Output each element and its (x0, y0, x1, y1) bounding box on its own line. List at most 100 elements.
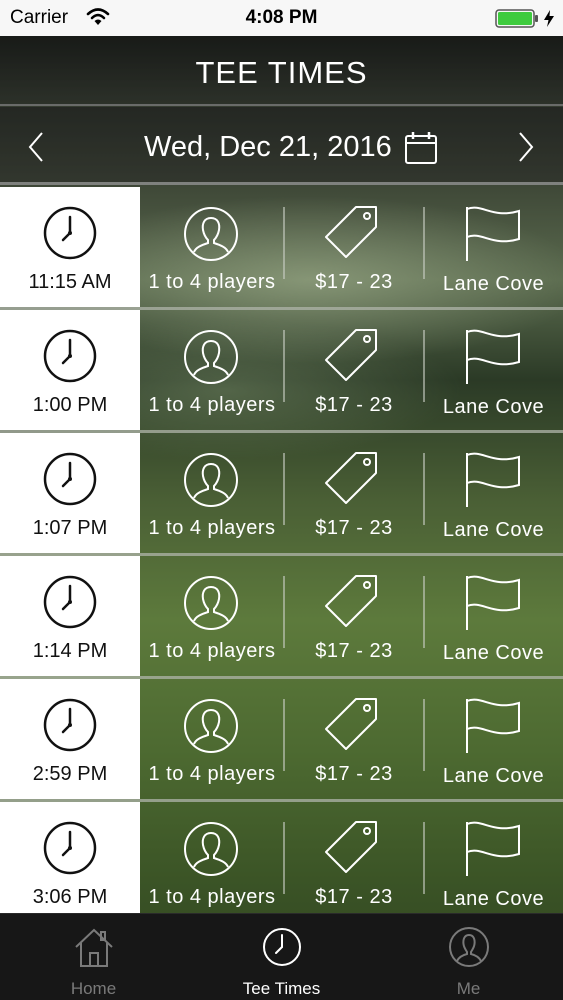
tab-me[interactable]: Me (375, 914, 562, 1000)
tee-time: 11:15 AM (28, 271, 112, 293)
course-cell: Lane Cove (424, 310, 563, 430)
clock-icon (43, 698, 97, 752)
charging-bolt-icon (544, 10, 554, 27)
course-label: Lane Cove (442, 642, 545, 664)
tab-tee-times[interactable]: Tee Times (188, 914, 375, 1000)
price-cell: $17 - 23 (284, 802, 424, 922)
clock-icon (43, 821, 97, 875)
course-label: Lane Cove (442, 765, 545, 787)
course-label: Lane Cove (442, 396, 545, 418)
flag-icon (466, 821, 520, 876)
tee-time-row[interactable]: 3:06 PM 1 to 4 players $17 - 23 Lane Cov… (0, 802, 563, 925)
page-title: TEE TIMES (195, 55, 368, 90)
course-cell: Lane Cove (424, 802, 563, 922)
clock-icon (43, 329, 97, 383)
tee-time-row[interactable]: 1:00 PM 1 to 4 players $17 - 23 Lane Cov… (0, 310, 563, 433)
tab-home[interactable]: Home (0, 914, 187, 1000)
price-tag-icon (325, 452, 377, 504)
tab-me-label: Me (456, 979, 481, 998)
course-label: Lane Cove (442, 888, 545, 910)
tee-time: 1:00 PM (32, 394, 108, 416)
price-cell: $17 - 23 (284, 310, 424, 430)
nav-bar: TEE TIMES (0, 36, 563, 106)
battery-icon (495, 9, 538, 28)
status-time: 4:08 PM (245, 7, 318, 28)
flag-icon (466, 452, 520, 507)
tee-time: 2:59 PM (32, 763, 108, 785)
players-cell: 1 to 4 players (140, 802, 284, 922)
user-icon (184, 453, 238, 507)
price-label: $17 - 23 (315, 394, 393, 416)
flag-icon (466, 575, 520, 630)
price-label: $17 - 23 (315, 271, 393, 293)
players-label: 1 to 4 players (148, 271, 276, 293)
price-label: $17 - 23 (315, 640, 393, 662)
tee-time: 1:14 PM (32, 640, 108, 662)
user-icon (184, 207, 238, 261)
price-cell: $17 - 23 (284, 187, 424, 307)
price-tag-icon (325, 575, 377, 627)
price-label: $17 - 23 (315, 517, 393, 539)
price-label: $17 - 23 (315, 886, 393, 908)
tab-home-label: Home (70, 979, 117, 998)
tee-time-row[interactable]: 1:14 PM 1 to 4 players $17 - 23 Lane Cov… (0, 556, 563, 679)
course-label: Lane Cove (442, 519, 545, 541)
tee-time: 1:07 PM (32, 517, 108, 539)
clock-icon (43, 206, 97, 260)
tee-times-list: 11:15 AM 1 to 4 players $17 - 23 Lane Co… (0, 187, 563, 925)
tee-time-row[interactable]: 1:07 PM 1 to 4 players $17 - 23 Lane Cov… (0, 433, 563, 556)
course-cell: Lane Cove (424, 187, 563, 307)
selected-date[interactable]: Wed, Dec 21, 2016 (144, 131, 392, 164)
course-cell: Lane Cove (424, 556, 563, 676)
time-cell: 2:59 PM (0, 679, 140, 799)
course-cell: Lane Cove (424, 679, 563, 799)
flag-icon (466, 206, 520, 261)
user-icon (449, 927, 489, 967)
time-cell: 1:00 PM (0, 310, 140, 430)
tee-time-row[interactable]: 11:15 AM 1 to 4 players $17 - 23 Lane Co… (0, 187, 563, 310)
price-label: $17 - 23 (315, 763, 393, 785)
tee-time: 3:06 PM (32, 886, 108, 908)
players-cell: 1 to 4 players (140, 679, 284, 799)
tee-time-row[interactable]: 2:59 PM 1 to 4 players $17 - 23 Lane Cov… (0, 679, 563, 802)
players-label: 1 to 4 players (148, 640, 276, 662)
clock-icon (43, 575, 97, 629)
players-label: 1 to 4 players (148, 763, 276, 785)
flag-icon (466, 329, 520, 384)
user-icon (184, 576, 238, 630)
status-bar: Carrier 4:08 PM (0, 0, 563, 36)
home-icon (75, 928, 113, 967)
calendar-icon[interactable] (404, 131, 438, 165)
players-label: 1 to 4 players (148, 886, 276, 908)
players-label: 1 to 4 players (148, 517, 276, 539)
flag-icon (466, 698, 520, 753)
price-tag-icon (325, 206, 377, 258)
price-tag-icon (325, 821, 377, 873)
tab-tee-times-label: Tee Times (242, 979, 321, 998)
course-label: Lane Cove (442, 273, 545, 295)
next-day-button[interactable] (508, 129, 544, 165)
price-cell: $17 - 23 (284, 679, 424, 799)
time-cell: 3:06 PM (0, 802, 140, 922)
tab-bar: Home Tee Times Me (0, 913, 563, 1000)
players-label: 1 to 4 players (148, 394, 276, 416)
time-cell: 1:14 PM (0, 556, 140, 676)
date-selector: Wed, Dec 21, 2016 (0, 107, 563, 185)
time-cell: 1:07 PM (0, 433, 140, 553)
price-tag-icon (325, 698, 377, 750)
time-cell: 11:15 AM (0, 187, 140, 307)
players-cell: 1 to 4 players (140, 310, 284, 430)
players-cell: 1 to 4 players (140, 433, 284, 553)
clock-icon (263, 928, 301, 966)
price-cell: $17 - 23 (284, 433, 424, 553)
previous-day-button[interactable] (18, 129, 54, 165)
user-icon (184, 330, 238, 384)
price-tag-icon (325, 329, 377, 381)
user-icon (184, 822, 238, 876)
players-cell: 1 to 4 players (140, 187, 284, 307)
course-cell: Lane Cove (424, 433, 563, 553)
user-icon (184, 699, 238, 753)
players-cell: 1 to 4 players (140, 556, 284, 676)
price-cell: $17 - 23 (284, 556, 424, 676)
clock-icon (43, 452, 97, 506)
